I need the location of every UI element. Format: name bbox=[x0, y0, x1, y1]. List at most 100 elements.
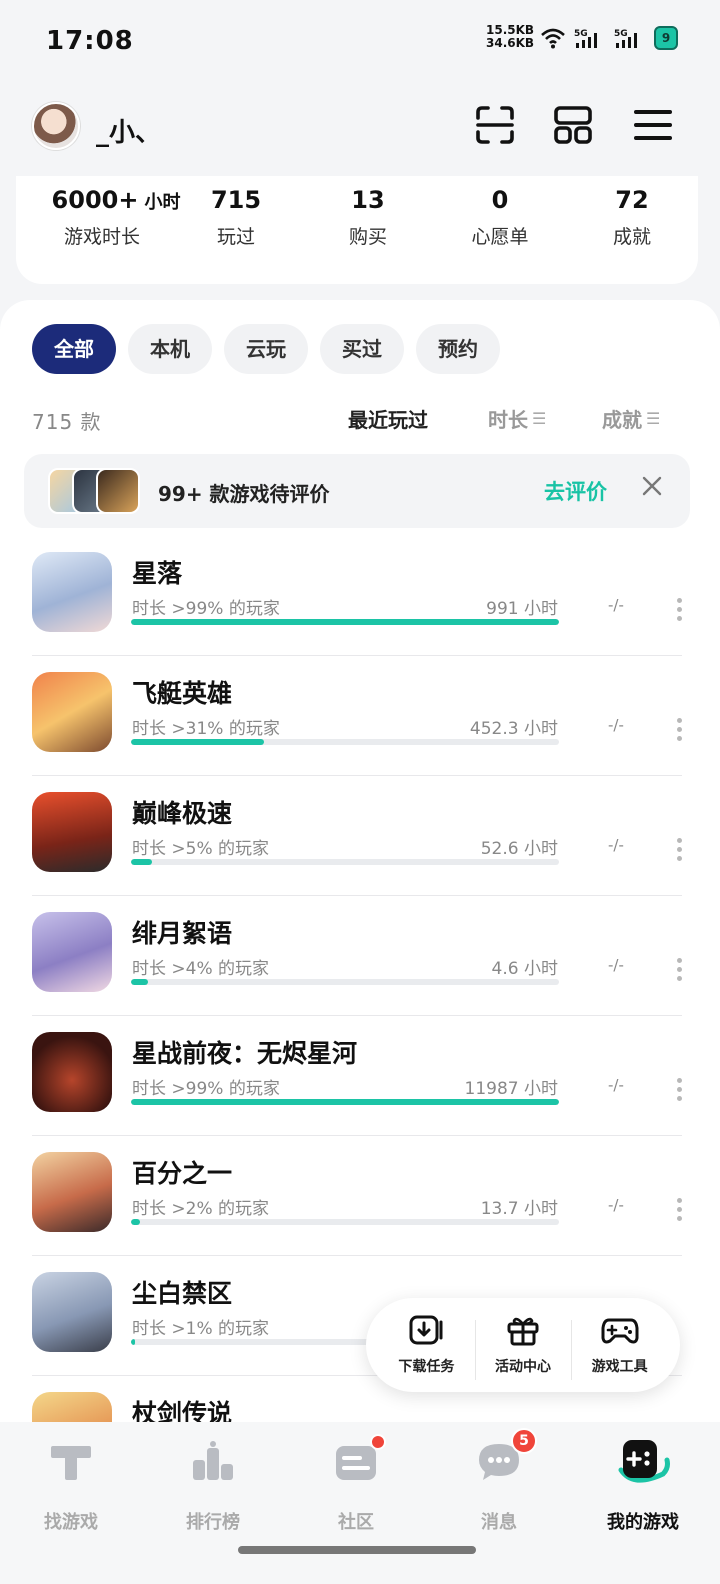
game-row[interactable]: 星战前夜：无烬星河 时长 >99% 的玩家 11987 小时 -/- bbox=[0, 1016, 720, 1136]
game-icon[interactable] bbox=[32, 1152, 112, 1232]
nav-my-games[interactable]: 我的游戏 bbox=[588, 1438, 698, 1534]
more-icon[interactable] bbox=[674, 1198, 684, 1222]
stat-value: 6000+ bbox=[51, 186, 139, 214]
game-row[interactable]: 星落 时长 >99% 的玩家 991 小时 -/- bbox=[0, 536, 720, 656]
game-row[interactable]: 绯月絮语 时长 >4% 的玩家 4.6 小时 -/- bbox=[0, 896, 720, 1016]
stat-label: 购买 bbox=[348, 226, 387, 248]
game-icon[interactable] bbox=[32, 912, 112, 992]
wifi-icon bbox=[541, 28, 565, 49]
filter-tab-local[interactable]: 本机 bbox=[128, 324, 212, 374]
download-icon bbox=[409, 1315, 443, 1345]
game-title: 飞艇英雄 bbox=[132, 679, 233, 708]
nav-label: 社区 bbox=[338, 1512, 374, 1533]
game-icon[interactable] bbox=[32, 792, 112, 872]
more-icon[interactable] bbox=[674, 598, 684, 622]
nav-community[interactable]: 社区 bbox=[301, 1434, 411, 1534]
more-icon[interactable] bbox=[674, 838, 684, 862]
filter-tab-reserved[interactable]: 预约 bbox=[416, 324, 500, 374]
nav-label: 排行榜 bbox=[186, 1512, 240, 1533]
filter-tab-all[interactable]: 全部 bbox=[32, 324, 116, 374]
game-title: 百分之一 bbox=[132, 1159, 233, 1188]
nav-label: 找游戏 bbox=[44, 1512, 98, 1533]
game-score: -/- bbox=[608, 956, 624, 974]
username[interactable]: _小、 bbox=[96, 112, 161, 149]
nav-rankings[interactable]: 排行榜 bbox=[158, 1438, 268, 1534]
notification-dot bbox=[370, 1434, 386, 1450]
more-icon[interactable] bbox=[674, 718, 684, 742]
playtime-bar bbox=[131, 739, 559, 745]
game-percentile: 时长 >99% 的玩家 bbox=[132, 599, 280, 619]
download-tasks-button[interactable]: 下载任务 bbox=[378, 1314, 475, 1376]
status-bar: 17:08 15.5KB 34.6KB 5G 5G 9 bbox=[0, 0, 720, 84]
playtime-bar-fill bbox=[131, 979, 149, 985]
more-icon[interactable] bbox=[674, 1078, 684, 1102]
home-indicator[interactable] bbox=[238, 1546, 476, 1554]
review-link[interactable]: 去评价 bbox=[544, 476, 607, 506]
stats-card: 6000+ 小时 游戏时长 715 玩过 13 购买 0 心愿单 72 成就 bbox=[16, 176, 698, 284]
review-covers bbox=[48, 468, 144, 514]
sort-recent[interactable]: 最近玩过 bbox=[348, 404, 428, 433]
activity-center-button[interactable]: 活动中心 bbox=[474, 1314, 572, 1380]
game-tools-button[interactable]: 游戏工具 bbox=[571, 1314, 668, 1380]
find-games-icon bbox=[51, 1446, 91, 1480]
game-icon[interactable] bbox=[32, 1272, 112, 1352]
sort-icon: ☰ bbox=[646, 409, 661, 428]
game-title: 星战前夜：无烬星河 bbox=[132, 1039, 358, 1068]
game-icon[interactable] bbox=[32, 1032, 112, 1112]
nav-messages[interactable]: 5 消息 bbox=[444, 1428, 554, 1534]
stat-value: 13 bbox=[351, 186, 385, 214]
game-row[interactable]: 百分之一 时长 >2% 的玩家 13.7 小时 -/- bbox=[0, 1136, 720, 1256]
signal-5g-icon-2: 5G bbox=[614, 29, 637, 48]
playtime-bar-fill bbox=[131, 619, 559, 625]
game-cover-thumb bbox=[96, 468, 140, 514]
sort-duration[interactable]: 时长 ☰ bbox=[488, 404, 546, 433]
playtime-bar-fill bbox=[131, 1099, 559, 1105]
game-score: -/- bbox=[608, 596, 624, 614]
games-panel: 全部 本机 云玩 买过 预约 715 款 最近玩过 时长 ☰ 成就 ☰ 99+ 款游… bbox=[0, 300, 720, 1472]
filter-tab-purchased[interactable]: 买过 bbox=[320, 324, 404, 374]
game-hours: 13.7 小时 bbox=[480, 1199, 558, 1219]
avatar[interactable] bbox=[32, 102, 80, 150]
net-down: 34.6KB bbox=[486, 36, 535, 50]
grid-icon[interactable] bbox=[552, 104, 594, 146]
scan-icon[interactable] bbox=[474, 104, 516, 146]
stat-played[interactable]: 715 玩过 bbox=[186, 186, 286, 249]
stat-purchased[interactable]: 13 购买 bbox=[318, 186, 418, 249]
game-hours: 11987 小时 bbox=[464, 1079, 558, 1099]
stat-value: 715 bbox=[210, 186, 262, 214]
playtime-bar bbox=[131, 859, 559, 865]
playtime-bar bbox=[131, 1099, 559, 1105]
game-row[interactable]: 巅峰极速 时长 >5% 的玩家 52.6 小时 -/- bbox=[0, 776, 720, 896]
filter-tabs: 全部 本机 云玩 买过 预约 bbox=[32, 324, 500, 374]
game-row[interactable]: 飞艇英雄 时长 >31% 的玩家 452.3 小时 -/- bbox=[0, 656, 720, 776]
playtime-bar-fill bbox=[131, 739, 264, 745]
game-hours: 52.6 小时 bbox=[480, 839, 558, 859]
game-percentile: 时长 >99% 的玩家 bbox=[132, 1079, 280, 1099]
stat-playtime[interactable]: 6000+ 小时 游戏时长 bbox=[36, 186, 196, 249]
sort-achievement-label: 成就 bbox=[602, 408, 642, 432]
game-icon[interactable] bbox=[32, 552, 112, 632]
more-icon[interactable] bbox=[674, 958, 684, 982]
svg-text:5G: 5G bbox=[614, 29, 628, 39]
game-icon[interactable] bbox=[32, 672, 112, 752]
review-banner[interactable]: 99+ 款游戏待评价 去评价 bbox=[24, 454, 690, 528]
stat-achievements[interactable]: 72 成就 bbox=[582, 186, 682, 249]
stat-label: 玩过 bbox=[216, 226, 255, 248]
game-title: 星落 bbox=[132, 559, 183, 588]
game-percentile: 时长 >1% 的玩家 bbox=[132, 1319, 270, 1339]
sort-achievement[interactable]: 成就 ☰ bbox=[602, 404, 660, 433]
menu-icon[interactable] bbox=[632, 104, 674, 146]
filter-tab-cloud[interactable]: 云玩 bbox=[224, 324, 308, 374]
stat-unit: 小时 bbox=[144, 192, 181, 213]
activity-center-label: 活动中心 bbox=[495, 1359, 551, 1375]
rankings-icon bbox=[193, 1441, 233, 1480]
close-icon[interactable] bbox=[640, 474, 664, 498]
game-hours: 452.3 小时 bbox=[469, 719, 558, 739]
game-percentile: 时长 >2% 的玩家 bbox=[132, 1199, 270, 1219]
download-tasks-label: 下载任务 bbox=[398, 1359, 455, 1375]
stat-wishlist[interactable]: 0 心愿单 bbox=[450, 186, 550, 249]
nav-find-games[interactable]: 找游戏 bbox=[16, 1438, 126, 1534]
game-tools-label: 游戏工具 bbox=[591, 1359, 648, 1375]
signal-5g-icon: 5G bbox=[574, 29, 597, 48]
game-title: 绯月絮语 bbox=[132, 919, 233, 948]
